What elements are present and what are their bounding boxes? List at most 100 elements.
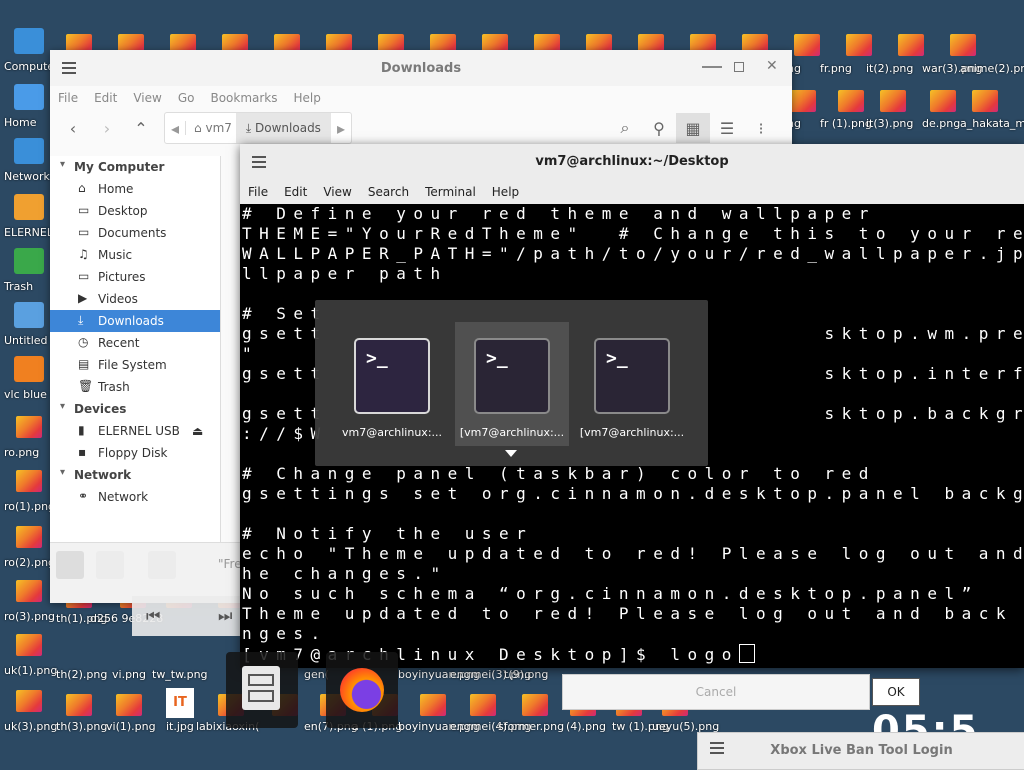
home-icon[interactable] <box>14 84 44 110</box>
image-file-icon[interactable] <box>950 34 976 56</box>
chevron-left-icon[interactable]: ◂ <box>165 119 185 138</box>
image-file-icon[interactable] <box>420 694 446 716</box>
sidebar-heading[interactable]: Devices <box>50 398 220 420</box>
image-file-icon[interactable] <box>522 694 548 716</box>
image-file-icon[interactable] <box>116 694 142 716</box>
terminal-title: vm7@archlinux:~/Desktop <box>535 154 729 169</box>
icon-view-icon[interactable]: ▦ <box>676 113 710 143</box>
file-manager-titlebar[interactable]: Downloads ✕ <box>50 50 792 86</box>
vlc-icon[interactable] <box>14 356 44 382</box>
image-file-icon[interactable] <box>16 416 42 438</box>
menu-item-help[interactable]: Help <box>286 91 329 105</box>
maximize-icon[interactable] <box>734 62 744 72</box>
computer-icon[interactable] <box>14 28 44 54</box>
image-file-icon[interactable] <box>898 34 924 56</box>
xbox-login-window[interactable]: Xbox Live Ban Tool Login <box>697 732 1024 770</box>
sidebar-heading[interactable]: Network <box>50 464 220 486</box>
menu-item-view[interactable]: View <box>315 185 359 199</box>
image-file-icon[interactable] <box>846 34 872 56</box>
menu-item-edit[interactable]: Edit <box>276 185 315 199</box>
switcher-item-label: vm7@archlinux:... <box>341 426 443 439</box>
image-file-icon[interactable] <box>838 90 864 112</box>
toggle-location-icon[interactable]: ⌕ <box>608 113 642 143</box>
image-file-icon[interactable] <box>16 470 42 492</box>
network-icon[interactable] <box>14 138 44 164</box>
menu-item-bookmarks[interactable]: Bookmarks <box>202 91 285 105</box>
terminal-titlebar[interactable]: vm7@archlinux:~/Desktop <box>240 144 1024 180</box>
sidebar-item-label: Desktop <box>98 204 148 218</box>
sidebar-item-videos[interactable]: ▶ Videos <box>50 288 220 310</box>
close-icon[interactable]: ✕ <box>766 58 778 74</box>
trash-icon[interactable] <box>14 248 44 274</box>
up-icon[interactable]: ⌃ <box>124 113 158 143</box>
dock-firefox-button[interactable] <box>326 652 398 728</box>
menu-item-file[interactable]: File <box>240 185 276 199</box>
image-file-icon[interactable] <box>880 90 906 112</box>
chevron-down-icon <box>505 450 517 457</box>
switcher-item[interactable]: >_ vm7@archlinux:... <box>335 322 449 446</box>
sidebar-item-music[interactable]: ♫ Music <box>50 244 220 266</box>
previous-icon[interactable]: ⏮ <box>146 606 160 626</box>
sidebar-item-label: File System <box>98 358 167 372</box>
hide-sidebar-button[interactable] <box>148 551 176 579</box>
show-tree-button[interactable] <box>96 551 124 579</box>
menu-item-view[interactable]: View <box>125 91 169 105</box>
breadcrumb-current[interactable]: ⤓ Downloads <box>235 113 331 143</box>
usb-icon[interactable] <box>14 194 44 220</box>
image-file-icon[interactable] <box>790 90 816 112</box>
sidebar-item-elernel-usb[interactable]: ▮ ELERNEL USB ⏏ <box>50 420 220 442</box>
sidebar-item-network[interactable]: ⚭ Network <box>50 486 220 508</box>
eject-icon[interactable]: ⏏ <box>192 420 203 442</box>
breadcrumb-home[interactable]: ⌂ vm7 <box>185 121 236 135</box>
image-file-icon[interactable] <box>972 90 998 112</box>
image-file-icon[interactable] <box>470 694 496 716</box>
sidebar-item-documents[interactable]: ▭ Documents <box>50 222 220 244</box>
back-icon[interactable]: ‹ <box>56 113 90 143</box>
image-file-icon[interactable] <box>16 690 42 712</box>
ok-button[interactable]: OK <box>872 678 920 706</box>
menu-item-search[interactable]: Search <box>360 185 417 199</box>
sidebar-item-label: Trash <box>98 380 130 394</box>
folder-icon[interactable] <box>14 302 44 328</box>
desktop-icon-label: ro(3).png <box>4 610 56 623</box>
sidebar-item-desktop[interactable]: ▭ Desktop <box>50 200 220 222</box>
forward-icon[interactable]: › <box>90 113 124 143</box>
sidebar-item-trash[interactable]: 🗑 Trash <box>50 376 220 398</box>
sidebar-item-home[interactable]: ⌂ Home <box>50 178 220 200</box>
image-file-icon[interactable] <box>66 694 92 716</box>
sidebar-item-pictures[interactable]: ▭ Pictures <box>50 266 220 288</box>
sidebar-item-downloads[interactable]: ⤓ Downloads <box>50 310 220 332</box>
show-places-button[interactable] <box>56 551 84 579</box>
image-file-icon[interactable] <box>794 34 820 56</box>
sidebar-item-recent[interactable]: ◷ Recent <box>50 332 220 354</box>
menu-item-go[interactable]: Go <box>170 91 203 105</box>
trash-icon: 🗑 <box>78 379 94 393</box>
list-view-icon[interactable]: ☰ <box>710 113 744 143</box>
search-icon[interactable]: ⚲ <box>642 113 676 143</box>
image-file-icon[interactable] <box>16 580 42 602</box>
compact-view-icon[interactable]: ⁝ <box>744 113 778 143</box>
switcher-item[interactable]: >_ [vm7@archlinux:... <box>455 322 569 446</box>
sidebar-heading[interactable]: My Computer <box>50 156 220 178</box>
chevron-right-icon[interactable]: ▸ <box>331 119 351 138</box>
menu-item-help[interactable]: Help <box>484 185 527 199</box>
dock-file-manager-button[interactable] <box>226 652 298 728</box>
image-file-icon[interactable] <box>930 90 956 112</box>
switcher-item[interactable]: >_ [vm7@archlinux:... <box>575 322 689 446</box>
sidebar-item-label: ELERNEL USB <box>98 424 180 438</box>
minimize-icon[interactable] <box>702 66 722 68</box>
download-icon: ⤓ <box>78 313 84 327</box>
sidebar-item-floppy-disk[interactable]: ▪ Floppy Disk <box>50 442 220 464</box>
sidebar-item-file-system[interactable]: ▤ File System <box>50 354 220 376</box>
menu-item-terminal[interactable]: Terminal <box>417 185 484 199</box>
next-icon[interactable]: ⏭ <box>218 606 232 626</box>
menu-item-file[interactable]: File <box>50 91 86 105</box>
sidebar-item-label: Music <box>98 248 133 262</box>
drive-icon: ▤ <box>78 357 90 371</box>
image-file-icon[interactable] <box>16 634 42 656</box>
cancel-button[interactable]: Cancel <box>562 674 870 710</box>
menu-item-edit[interactable]: Edit <box>86 91 125 105</box>
image-file-icon[interactable] <box>16 526 42 548</box>
it-file-icon[interactable]: IT <box>166 688 194 718</box>
sidebar-item-label: Videos <box>98 292 138 306</box>
